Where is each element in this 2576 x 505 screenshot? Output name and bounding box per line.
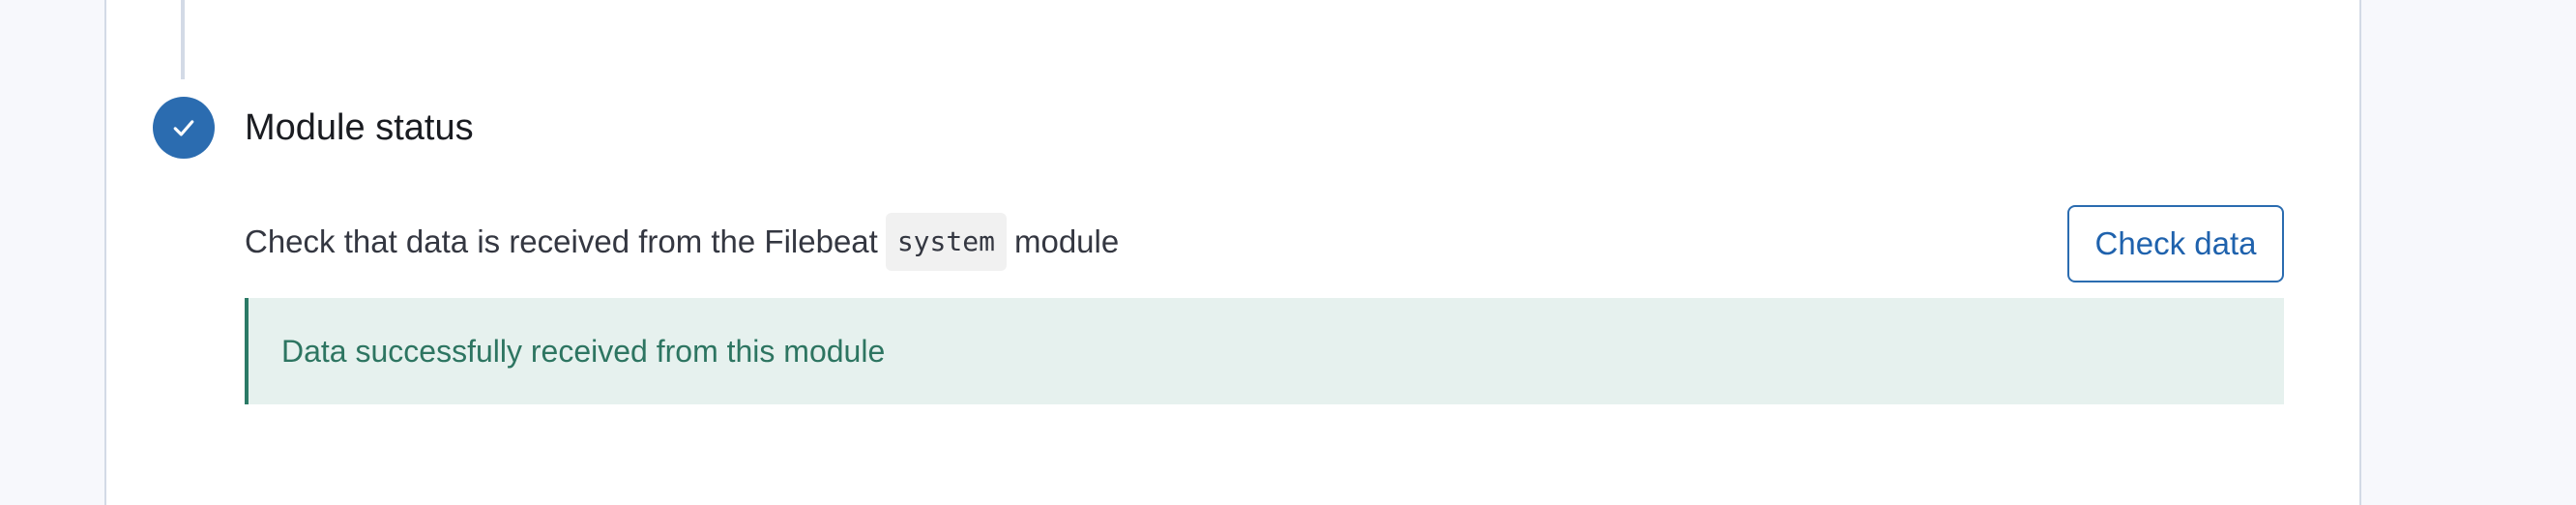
step-connector-line [181, 0, 185, 79]
check-data-button[interactable]: Check data [2067, 205, 2284, 282]
step-description: Check that data is received from the Fil… [245, 213, 1119, 271]
check-icon [173, 120, 194, 136]
step-title: Module status [245, 107, 474, 148]
description-prefix: Check that data is received from the Fil… [245, 223, 878, 259]
success-message: Data successfully received from this mod… [281, 333, 886, 369]
module-code: system [885, 213, 1007, 271]
description-suffix: module [1013, 223, 1120, 259]
success-callout: Data successfully received from this mod… [245, 298, 2284, 404]
step-complete-indicator [153, 97, 215, 159]
